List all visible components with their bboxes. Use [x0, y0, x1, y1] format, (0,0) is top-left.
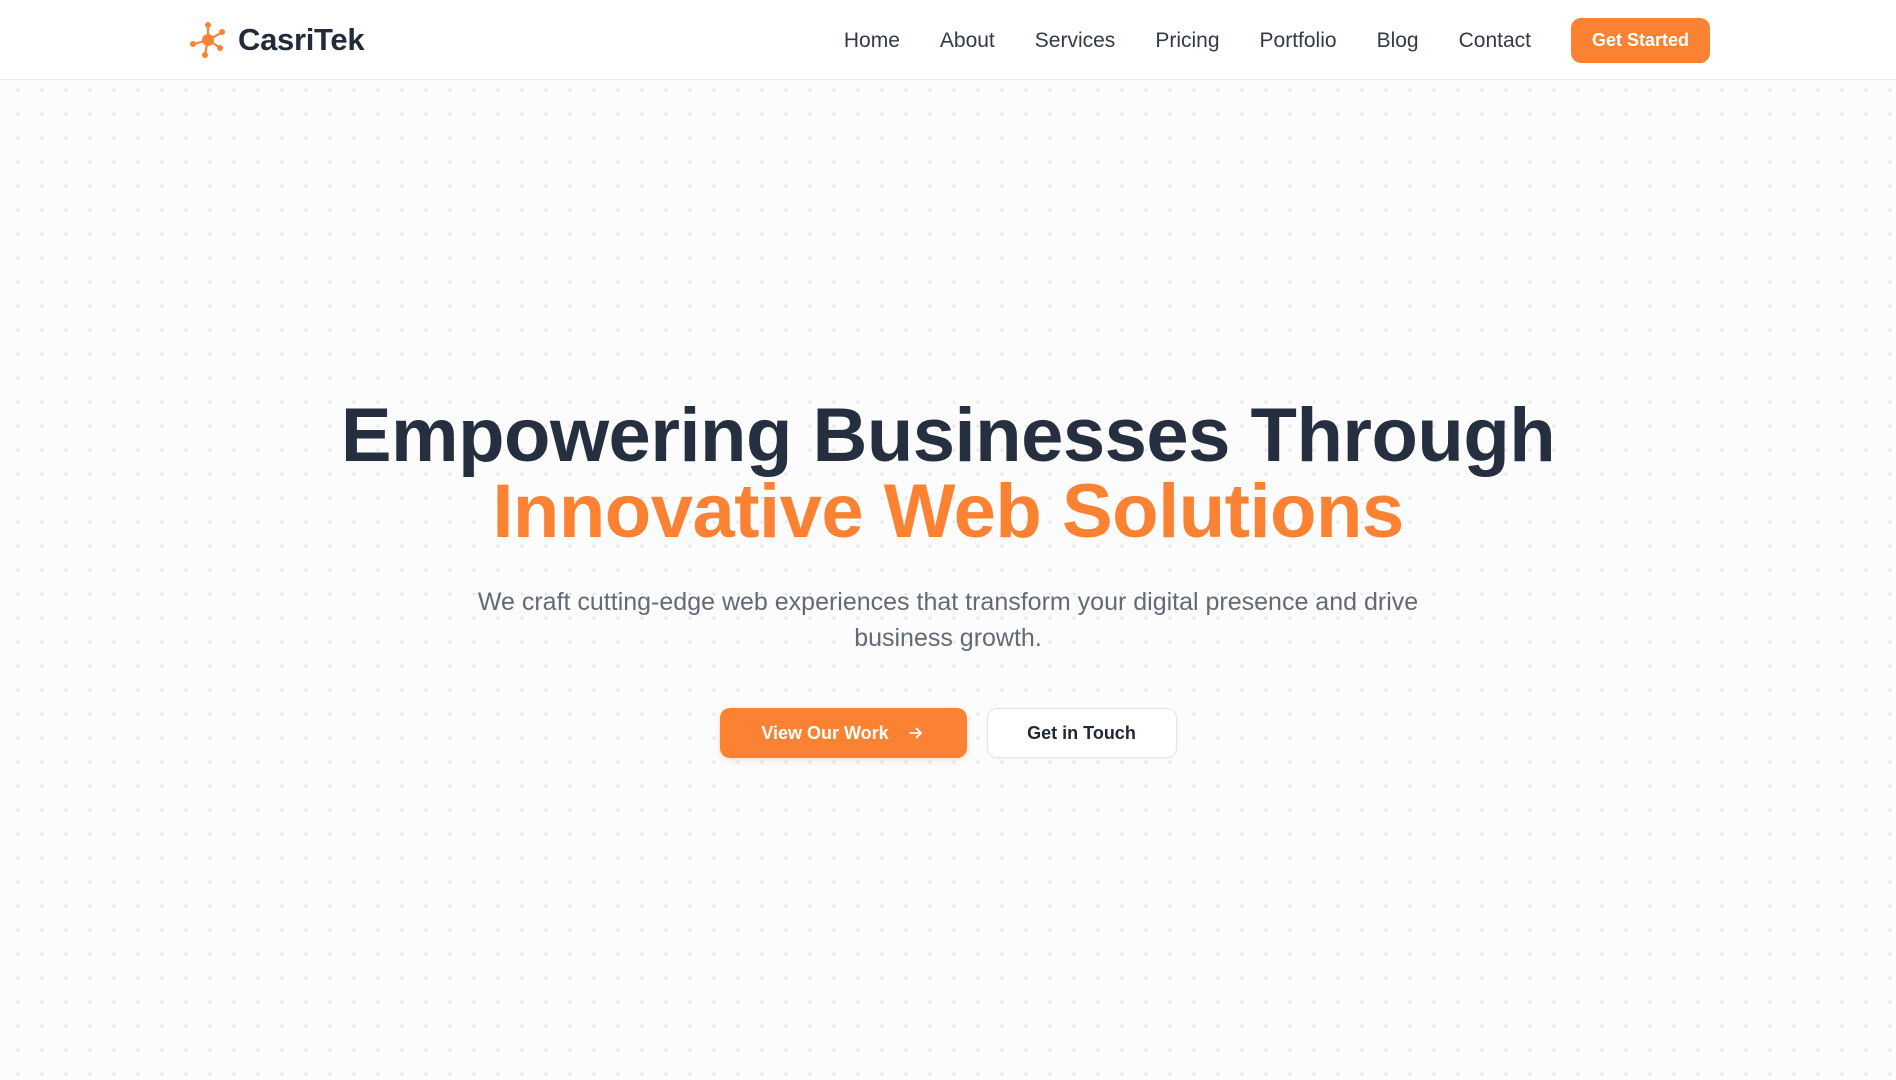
- brand-name: CasriTek: [238, 22, 365, 57]
- molecule-icon: [190, 22, 225, 58]
- get-started-button[interactable]: Get Started: [1570, 18, 1710, 63]
- hero-title-line1: Empowering Businesses Through: [340, 393, 1556, 478]
- nav-link-services[interactable]: Services: [1035, 29, 1116, 53]
- hero-title: Empowering Businesses Through Innovative…: [0, 398, 1896, 550]
- nav-link-home[interactable]: Home: [844, 29, 900, 53]
- get-in-touch-button[interactable]: Get in Touch: [986, 708, 1177, 758]
- view-our-work-label: View Our Work: [761, 722, 889, 743]
- main-nav: Home About Services Pricing Portfolio Bl…: [844, 18, 1710, 63]
- site-header: CasriTek Home About Services Pricing Por…: [0, 0, 1896, 80]
- page: CasriTek Home About Services Pricing Por…: [0, 0, 1896, 1080]
- nav-link-contact[interactable]: Contact: [1459, 29, 1531, 53]
- nav-link-pricing[interactable]: Pricing: [1155, 29, 1219, 53]
- hero-actions: View Our Work Get in Touch: [0, 708, 1896, 758]
- nav-link-about[interactable]: About: [940, 29, 995, 53]
- hero-title-line2: Innovative Web Solutions: [492, 469, 1404, 554]
- brand-logo-link[interactable]: CasriTek: [188, 20, 365, 60]
- nav-link-portfolio[interactable]: Portfolio: [1260, 29, 1337, 53]
- nav-link-blog[interactable]: Blog: [1377, 29, 1419, 53]
- view-our-work-button[interactable]: View Our Work: [719, 708, 967, 758]
- hero-section: Empowering Businesses Through Innovative…: [0, 398, 1896, 758]
- hero-subtitle: We craft cutting-edge web experiences th…: [477, 588, 1419, 652]
- arrow-right-icon: [908, 727, 922, 739]
